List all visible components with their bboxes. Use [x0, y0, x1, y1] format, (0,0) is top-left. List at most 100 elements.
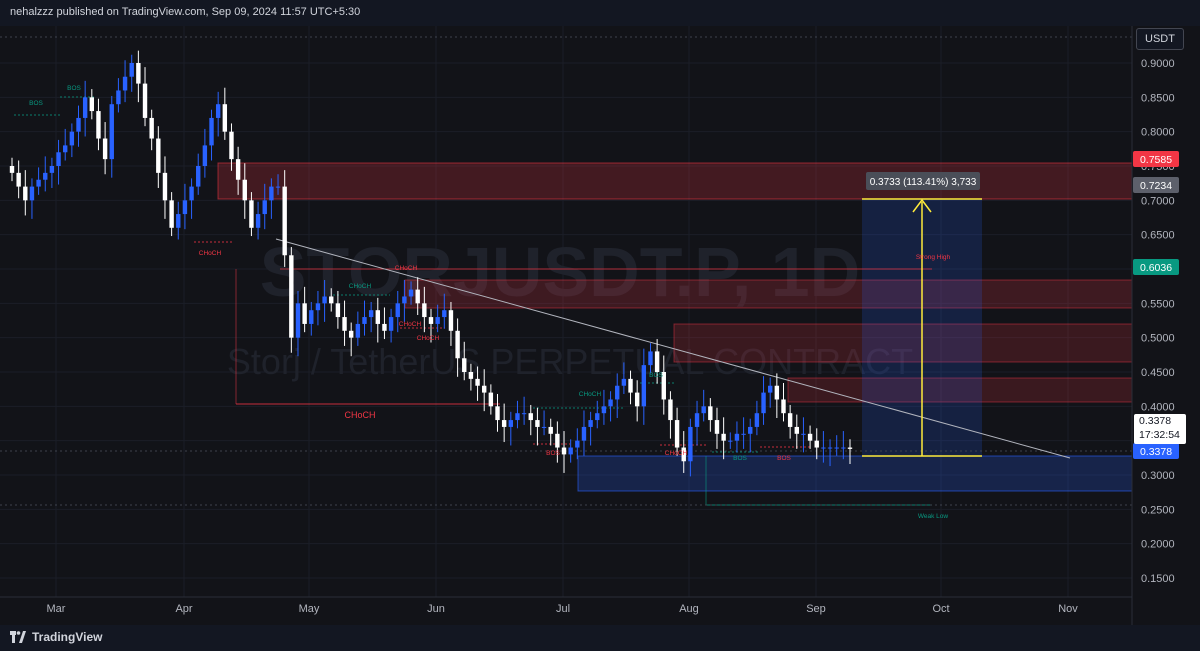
candle-body	[654, 351, 660, 372]
structure-label: BOS	[649, 372, 663, 379]
candle-body	[575, 440, 580, 448]
price-tick-label: 0.7000	[1141, 195, 1175, 207]
countdown-timer: 17:32:54	[1139, 429, 1180, 441]
structure-label: BOS	[67, 85, 81, 92]
time-tick-label: Jun	[427, 603, 445, 615]
candle-body	[335, 303, 341, 318]
candle-body	[89, 97, 95, 112]
candle-body	[701, 406, 706, 414]
candle-body	[56, 152, 61, 166]
candle-body	[262, 200, 267, 215]
candle-body	[847, 447, 853, 449]
candle-body	[329, 296, 334, 304]
structure-label: Weak Low	[918, 513, 949, 520]
candle-body	[315, 303, 321, 311]
candle-body	[342, 317, 347, 331]
candle-body	[176, 214, 181, 228]
structure-label: CHoCH	[344, 410, 375, 420]
candle-body	[408, 289, 414, 297]
candle-body	[302, 303, 307, 324]
candle-body	[515, 413, 520, 421]
candle-body	[462, 358, 467, 372]
tradingview-logo[interactable]: TradingView	[10, 630, 102, 644]
footer-bar: TradingView	[0, 625, 1200, 651]
demand-zone[interactable]	[577, 455, 1133, 492]
structure-label: CHoCH	[399, 321, 422, 328]
time-tick-label: Jul	[556, 603, 570, 615]
candle-body	[455, 330, 460, 359]
candle-body	[448, 310, 454, 331]
measure-label: 0.3733 (113.41%) 3,733	[870, 177, 977, 188]
candle-body	[422, 303, 427, 318]
supply-zone-mid[interactable]	[404, 279, 1133, 309]
price-tick-label: 0.3000	[1141, 470, 1175, 482]
candle-body	[362, 317, 367, 324]
candle-body	[156, 138, 161, 173]
supply-zone-top[interactable]	[217, 162, 1133, 200]
candle-body	[708, 406, 713, 421]
time-axis[interactable]: Mar Apr May Jun Jul Aug Sep Oct Nov	[47, 603, 1079, 615]
candle-body	[149, 117, 154, 139]
candle-body	[568, 447, 573, 455]
price-tick-label: 0.1500	[1141, 573, 1175, 585]
structure-label: CHoCH	[579, 391, 602, 398]
candle-body	[495, 406, 500, 421]
price-tick-label: 0.4500	[1141, 367, 1175, 379]
candle-body	[289, 255, 294, 338]
candle-body	[548, 426, 553, 434]
candle-body	[36, 179, 41, 187]
structure-label: CHoCH	[417, 335, 440, 342]
candle-body	[688, 426, 693, 462]
tradingview-logo-icon	[10, 631, 26, 643]
candle-body	[482, 385, 487, 393]
candle-body	[774, 385, 780, 400]
time-tick-label: Mar	[47, 603, 66, 615]
candle-body	[794, 426, 799, 434]
price-axis[interactable]: 0.90000.85000.80000.75000.70000.65000.60…	[1141, 58, 1175, 585]
price-chart[interactable]: STORJUSDT.P, 1D Storj / TetherUS PERPETU…	[0, 26, 1200, 625]
candle-body	[827, 447, 833, 449]
candle-body	[82, 97, 88, 118]
candle-body	[621, 378, 627, 386]
candle-body	[282, 186, 287, 256]
candle-body	[595, 413, 600, 421]
candle-body	[368, 310, 374, 318]
candle-body	[468, 372, 474, 379]
candle-body	[528, 413, 533, 421]
candle-body	[249, 200, 254, 228]
price-tag-label: 0.6036	[1140, 262, 1172, 274]
candle-body	[16, 172, 21, 187]
candle-body	[375, 310, 380, 324]
candle-body	[615, 385, 620, 400]
candle-body	[348, 330, 354, 338]
candle-body	[501, 420, 507, 427]
candle-body	[129, 63, 134, 77]
structure-label: BOS	[546, 450, 560, 457]
structure-label: BOS	[29, 100, 43, 107]
publish-bar: nehalzzz published on TradingView.com, S…	[0, 0, 1200, 26]
candle-body	[395, 303, 400, 318]
candle-body	[209, 117, 214, 146]
candle-body	[235, 159, 241, 180]
candle-body	[229, 131, 234, 160]
currency-button[interactable]: USDT	[1136, 28, 1184, 50]
candle-body	[581, 426, 587, 441]
candle-body	[428, 317, 434, 324]
price-tick-label: 0.4000	[1141, 401, 1175, 413]
candle-body	[435, 317, 440, 324]
time-tick-label: May	[299, 603, 320, 615]
candle-body	[761, 392, 766, 414]
time-tick-label: Aug	[679, 603, 699, 615]
price-tick-label: 0.2500	[1141, 504, 1175, 516]
candle-body	[488, 392, 494, 407]
candle-body	[628, 378, 633, 393]
candle-body	[309, 310, 314, 324]
candle-body	[76, 117, 81, 132]
time-tick-label: Nov	[1058, 603, 1078, 615]
candle-body	[714, 420, 720, 434]
candle-body	[741, 433, 746, 435]
candle-body	[222, 104, 228, 132]
candle-body	[508, 420, 514, 427]
candle-body	[9, 166, 15, 173]
candle-body	[801, 433, 806, 435]
